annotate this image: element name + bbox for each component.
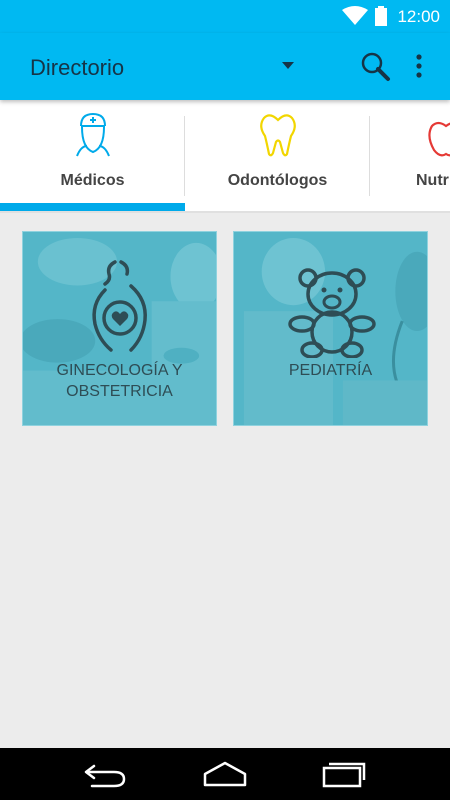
clock: 12:00 (397, 7, 440, 26)
card-ginecologia[interactable]: GINECOLOGÍA Y OBSTETRICIA (22, 231, 217, 426)
tabs-shadow (0, 211, 450, 213)
dropdown-arrow-icon[interactable] (280, 61, 296, 71)
more-options-icon[interactable] (408, 51, 430, 81)
tab-odontologos[interactable]: Odontólogos (185, 100, 370, 211)
tab-nutricion[interactable]: Nutr (370, 100, 450, 211)
doctor-icon (75, 112, 110, 157)
tab-label: Médicos (60, 172, 125, 189)
tab-label: Nutr (416, 172, 449, 189)
card-label: PEDIATRÍA (288, 362, 373, 379)
tooth-icon (259, 114, 296, 157)
battery-icon (375, 6, 387, 26)
card-label-line1: GINECOLOGÍA Y (56, 362, 183, 379)
app-bar: Directorio (0, 33, 450, 100)
tab-indicator (0, 203, 185, 211)
recent-apps-icon[interactable] (320, 760, 366, 788)
teddy-bear-icon (288, 268, 376, 358)
wifi-icon (342, 6, 368, 25)
apple-icon (428, 121, 450, 157)
tab-medicos[interactable]: Médicos (0, 100, 185, 211)
tab-divider (184, 116, 185, 196)
status-bar: 12:00 (0, 0, 450, 33)
home-icon[interactable] (202, 760, 248, 788)
tab-divider (369, 116, 370, 196)
tab-label: Odontólogos (227, 172, 328, 189)
card-label: GINECOLOGÍA Y OBSTETRICIA (23, 360, 216, 402)
system-nav-bar (0, 748, 450, 800)
category-tabs: Médicos Odontólogos Nutr (0, 100, 450, 211)
card-pediatria[interactable]: PEDIATRÍA (233, 231, 428, 426)
back-icon[interactable] (82, 760, 128, 788)
directory-title[interactable]: Directorio (30, 55, 124, 81)
search-icon[interactable] (358, 49, 392, 83)
pregnant-woman-icon (92, 260, 147, 352)
card-label-line2: OBSTETRICIA (66, 383, 173, 400)
